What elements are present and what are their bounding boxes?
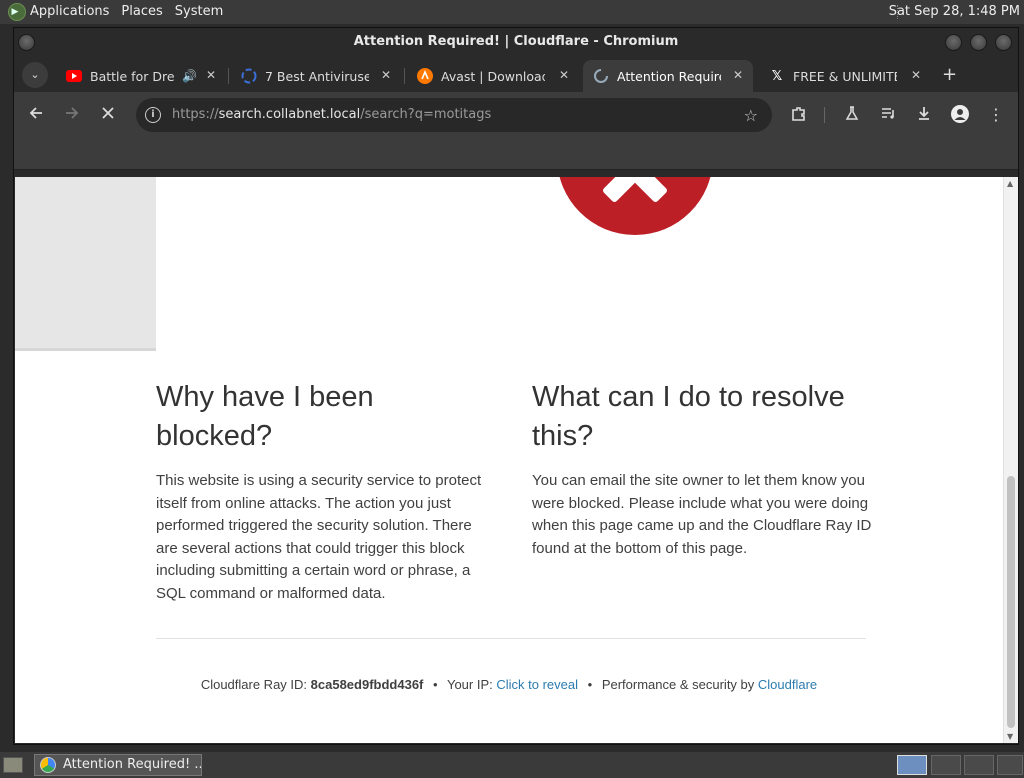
audio-playing-icon[interactable]: 🔊: [182, 69, 197, 83]
blue-swirl-icon: [241, 68, 257, 84]
page-scrollbar[interactable]: ▲ ▼: [1003, 177, 1018, 743]
taskbar-window-title: Attention Required! ...: [63, 757, 202, 772]
browser-toolbar: i https://search.collabnet.local/search?…: [14, 92, 1018, 138]
youtube-icon: [66, 68, 82, 84]
reveal-ip-link[interactable]: Click to reveal: [496, 677, 578, 692]
avast-icon: [417, 68, 433, 84]
tab-title: Attention Required: [617, 68, 721, 84]
grey-panel: [15, 177, 156, 348]
show-desktop-icon[interactable]: [3, 757, 23, 773]
url-path: /search?q=motitags: [360, 107, 492, 122]
why-blocked-heading: Why have I been blocked?: [156, 381, 374, 452]
menu-applications[interactable]: Applications: [26, 0, 117, 24]
bookmarks-bar: [14, 138, 1018, 170]
workspace-4[interactable]: [997, 755, 1023, 775]
menu-places[interactable]: Places: [117, 0, 170, 24]
tab-attention-required[interactable]: Attention Required ✕: [583, 60, 753, 92]
downloads-icon[interactable]: [914, 105, 934, 125]
tab-title: Avast | Download: [441, 68, 545, 84]
tab-title: FREE & UNLIMITE: [793, 68, 897, 84]
tab-free-unlimited[interactable]: 𝕏 FREE & UNLIMITE ✕: [759, 60, 931, 92]
footer-bullet: •: [433, 677, 438, 692]
why-blocked-text: This website is using a security service…: [156, 472, 482, 602]
ray-id-label: Cloudflare Ray ID:: [200, 677, 308, 692]
back-button[interactable]: [26, 105, 46, 125]
workspace-2[interactable]: [931, 755, 961, 775]
top-panel: ▶ Applications Places System Sat Sep 28,…: [0, 0, 1024, 24]
tab-title: 7 Best Antiviruses: [265, 68, 369, 84]
performance-label: Performance & security by: [601, 677, 755, 692]
tab-separator: [404, 68, 405, 84]
menu-system[interactable]: System: [171, 0, 231, 24]
cloudflare-link[interactable]: Cloudflare: [758, 677, 817, 692]
bookmark-star-icon[interactable]: ☆: [744, 106, 758, 125]
panel-menu: ▶ Applications Places System: [0, 0, 231, 24]
tab-title: Battle for Dream: [90, 68, 174, 84]
profile-avatar-icon[interactable]: [950, 105, 970, 125]
ip-label: Your IP:: [446, 677, 493, 692]
window-titlebar[interactable]: Attention Required! | Cloudflare - Chrom…: [14, 28, 1018, 58]
close-tab-icon[interactable]: ✕: [206, 68, 216, 82]
x-logo-icon: 𝕏: [771, 68, 783, 84]
tab-strip: ⌄ Battle for Dream 🔊 ✕ 7 Best Antiviruse…: [14, 58, 1018, 92]
tab-antiviruses[interactable]: 7 Best Antiviruses ✕: [231, 60, 401, 92]
stop-loading-button[interactable]: [98, 105, 118, 125]
error-x-icon: [557, 177, 713, 235]
bottom-taskbar: Attention Required! ...: [0, 752, 1024, 778]
workspace-1[interactable]: [897, 755, 927, 775]
taskbar-window-button[interactable]: Attention Required! ...: [34, 754, 202, 776]
scroll-up-arrow-icon[interactable]: ▲: [1007, 179, 1013, 188]
minimize-button[interactable]: [945, 34, 962, 51]
footer-divider: [156, 638, 866, 639]
window-title: Attention Required! | Cloudflare - Chrom…: [353, 34, 679, 49]
close-window-button[interactable]: [995, 34, 1012, 51]
labs-flask-icon[interactable]: [842, 105, 862, 125]
new-tab-button[interactable]: +: [942, 64, 957, 85]
browser-window: Attention Required! | Cloudflare - Chrom…: [13, 27, 1019, 745]
url-scheme: https://: [172, 107, 219, 122]
tab-search-button[interactable]: ⌄: [22, 62, 48, 88]
address-bar[interactable]: i https://search.collabnet.local/search?…: [136, 98, 772, 132]
window-menu-button[interactable]: [18, 34, 35, 51]
maximize-button[interactable]: [970, 34, 987, 51]
url-text[interactable]: https://search.collabnet.local/search?q=…: [172, 98, 491, 132]
applications-icon[interactable]: ▶: [8, 3, 26, 21]
tab-separator: [228, 68, 229, 84]
grey-panel-border: [15, 348, 156, 351]
ray-id-value: 8ca58ed9fbdd436f: [310, 677, 424, 692]
toolbar-separator: [824, 107, 825, 123]
site-info-icon[interactable]: i: [145, 107, 161, 123]
close-tab-icon[interactable]: ✕: [733, 68, 743, 82]
cloudflare-footer: Cloudflare Ray ID: 8ca58ed9fbdd436f • Yo…: [15, 677, 1003, 692]
chrome-menu-icon[interactable]: ⋮: [986, 105, 1006, 125]
scrollbar-thumb[interactable]: [1007, 476, 1015, 728]
close-tab-icon[interactable]: ✕: [381, 68, 391, 82]
footer-bullet: •: [587, 677, 593, 692]
page-viewport: Why have I been blocked? This website is…: [15, 177, 1003, 743]
tab-battle-for-dream[interactable]: Battle for Dream 🔊 ✕: [56, 60, 226, 92]
loading-spinner-icon: [593, 68, 609, 84]
forward-button[interactable]: [62, 105, 82, 125]
panel-clock[interactable]: Sat Sep 28, 1:48 PM: [889, 0, 1020, 24]
resolve-text: You can email the site owner to let them…: [532, 472, 872, 557]
scroll-down-arrow-icon[interactable]: ▼: [1007, 732, 1013, 741]
resolve-heading: What can I do to resolve this?: [532, 381, 845, 452]
workspace-3[interactable]: [964, 755, 994, 775]
close-tab-icon[interactable]: ✕: [911, 68, 921, 82]
close-tab-icon[interactable]: ✕: [559, 68, 569, 82]
media-controls-icon[interactable]: [878, 105, 898, 125]
extensions-icon[interactable]: [789, 105, 809, 125]
url-host: search.collabnet.local: [218, 107, 361, 122]
tab-avast[interactable]: Avast | Download ✕: [407, 60, 579, 92]
chromium-icon: [40, 757, 56, 773]
